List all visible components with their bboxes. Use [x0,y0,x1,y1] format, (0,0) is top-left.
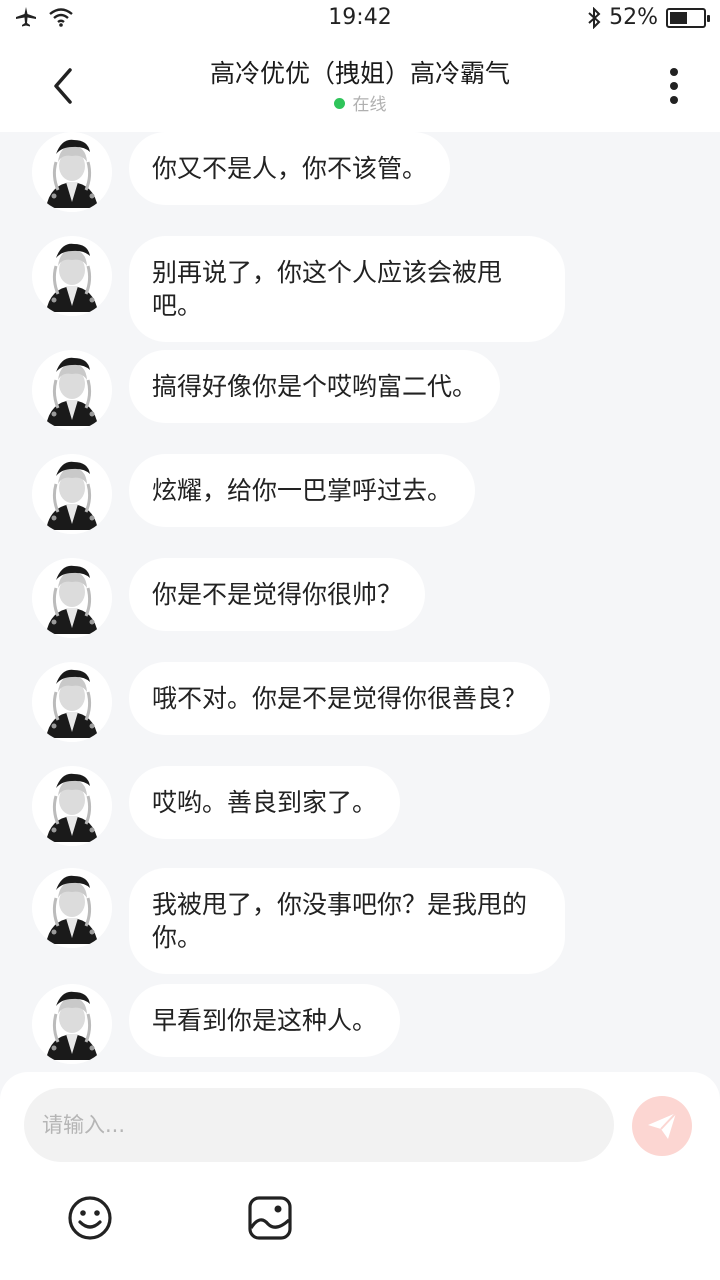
battery-fill [670,11,687,24]
message-bubble[interactable]: 炫耀，给你一巴掌呼过去。 [129,454,476,527]
online-status: 在线 [0,90,720,115]
more-vertical-icon [670,68,678,104]
avatar[interactable] [32,236,112,316]
bluetooth-icon [588,6,601,29]
message-bubble[interactable]: 你又不是人，你不该管。 [129,132,451,205]
status-bar: 19:42 52% [0,0,720,36]
message-item: 哦不对。你是不是觉得你很善良？ [32,662,551,742]
avatar-image [32,132,112,212]
battery-icon [666,7,710,28]
avatar-image [32,766,112,846]
image-icon [248,1196,292,1240]
message-item: 我被甩了，你没事吧你？是我甩的你。 [32,868,565,974]
image-button[interactable] [246,1194,294,1242]
composer [0,1072,720,1280]
message-bubble[interactable]: 搞得好像你是个哎哟富二代。 [129,350,501,423]
message-item: 搞得好像你是个哎哟富二代。 [32,350,501,430]
avatar[interactable] [32,350,112,430]
avatar[interactable] [32,558,112,638]
avatar[interactable] [32,132,112,212]
more-button[interactable] [658,66,690,106]
message-bubble[interactable]: 早看到你是这种人。 [129,984,401,1057]
battery-percent: 52% [609,5,658,30]
message-item: 你是不是觉得你很帅？ [32,558,426,638]
message-bubble[interactable]: 哎哟。善良到家了。 [129,766,401,839]
avatar[interactable] [32,984,112,1064]
emoji-icon [68,1196,112,1240]
message-item: 早看到你是这种人。 [32,984,401,1064]
send-button[interactable] [632,1096,692,1156]
emoji-button[interactable] [66,1194,114,1242]
avatar-image [32,662,112,742]
online-status-label: 在线 [352,95,387,115]
message-bubble[interactable]: 哦不对。你是不是觉得你很善良？ [129,662,551,735]
send-icon [648,1112,677,1139]
message-list[interactable]: 你又不是人，你不该管。 别再说了，你这个人应该会被甩吧。 搞得好像你是个哎哟富二… [0,132,720,1072]
avatar-image [32,454,112,534]
chat-header: 高冷优优（拽姐）高冷霸气 在线 [0,36,720,132]
message-item: 炫耀，给你一巴掌呼过去。 [32,454,476,534]
message-bubble[interactable]: 你是不是觉得你很帅？ [129,558,426,631]
avatar[interactable] [32,868,112,948]
message-bubble[interactable]: 别再说了，你这个人应该会被甩吧。 [129,236,565,342]
avatar-image [32,868,112,948]
chat-title: 高冷优优（拽姐）高冷霸气 [209,59,510,88]
message-input[interactable] [24,1088,614,1162]
avatar[interactable] [32,454,112,534]
avatar-image [32,236,112,316]
avatar-image [32,984,112,1064]
avatar-image [32,350,112,430]
status-right: 52% [587,5,710,30]
message-item: 哎哟。善良到家了。 [32,766,401,846]
message-item: 别再说了，你这个人应该会被甩吧。 [32,236,565,342]
message-bubble[interactable]: 我被甩了，你没事吧你？是我甩的你。 [129,868,565,974]
avatar-image [32,558,112,638]
online-dot [333,98,345,109]
message-item: 你又不是人，你不该管。 [32,132,451,212]
avatar[interactable] [32,662,112,742]
avatar[interactable] [32,766,112,846]
